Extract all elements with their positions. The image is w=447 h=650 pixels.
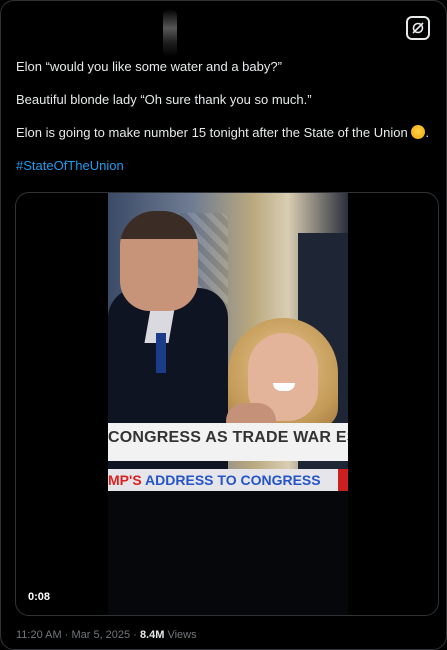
tweet-card: Elon “would you like some water and a ba… [0,0,447,650]
tweet-text: Elon “would you like some water and a ba… [16,58,436,190]
man-head [120,211,198,311]
tweet-time-link[interactable]: 11:20 AM [16,629,62,641]
video-duration: 0:08 [28,591,51,603]
chyron-sub-prefix: MP'S [108,472,146,488]
hashtag-link[interactable]: #StateOfTheUnion [16,158,124,173]
tweet-line-2: Beautiful blonde lady “Oh sure thank you… [16,92,312,107]
top-media-fragment [15,1,395,57]
tweet-line-3-suffix: . [425,125,429,140]
chyron-subline: MP'S ADDRESS TO CONGRESS [108,472,321,488]
tweet-meta: 11:20 AM · Mar 5, 2025 · 8.4M Views [16,629,197,641]
views-label: Views [164,629,197,641]
grok-icon [412,22,424,34]
tweet-line-1: Elon “would you like some water and a ba… [16,59,282,74]
chyron-sub-main: ADDRESS TO CONGRESS [145,472,321,488]
chyron-headline: CONGRESS AS TRADE WAR ESCALA [108,429,348,446]
tweet-date-link[interactable]: Mar 5, 2025 [71,629,130,641]
grok-button[interactable] [406,16,430,40]
tweet-line-3: Elon is going to make number 15 tonight … [16,124,436,141]
meta-separator: · [61,629,72,641]
video-player[interactable]: CONGRESS AS TRADE WAR ESCALA MP'S ADDRES… [15,192,439,616]
meta-separator-2: · [130,629,140,641]
blurred-figure [163,9,177,57]
views-count: 8.4M [139,629,165,641]
rolling-laughing-emoji-icon [411,125,426,139]
video-frame[interactable]: CONGRESS AS TRADE WAR ESCALA MP'S ADDRES… [108,193,348,615]
tie [156,333,166,373]
tweet-line-3-text: Elon is going to make number 15 tonight … [16,125,408,140]
